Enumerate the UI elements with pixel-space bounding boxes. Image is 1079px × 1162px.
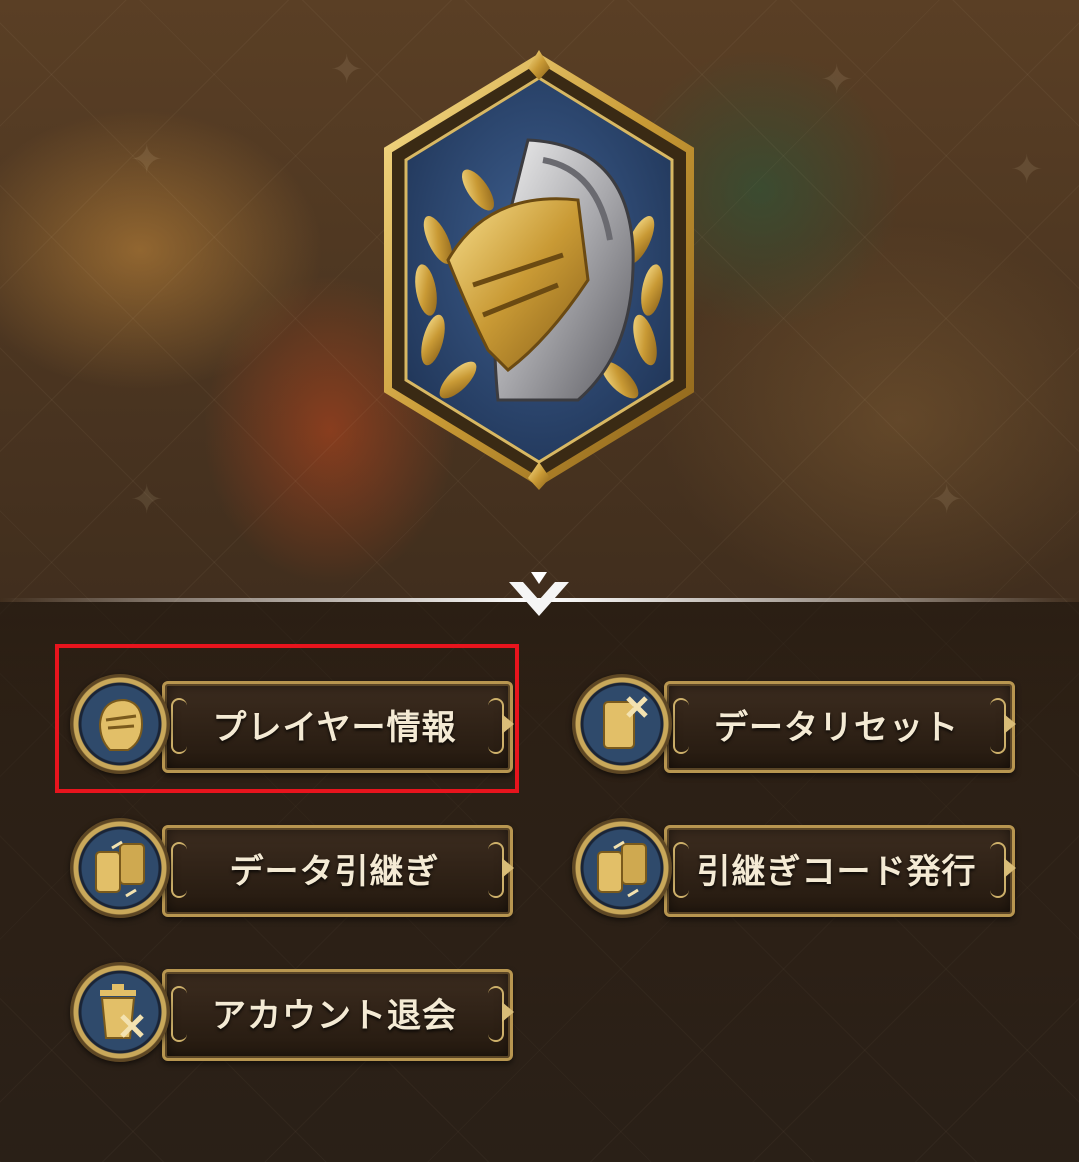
transfer-code-issue-button[interactable]: 引継ぎコード発行	[572, 818, 1020, 918]
knight-helmet-laurel-emblem-icon	[384, 50, 694, 490]
chevron-down-ornament-icon	[503, 568, 575, 620]
transfer-code-issue-label: 引継ぎコード発行	[696, 851, 977, 892]
background-star-icon: ✦	[130, 477, 164, 523]
trash-cross-icon	[70, 962, 170, 1062]
background-star-icon: ✦	[930, 477, 964, 523]
chevron-right-icon	[1004, 858, 1016, 878]
data-transfer-button[interactable]: データ引継ぎ	[70, 818, 518, 918]
data-reset-button[interactable]: データリセット	[572, 674, 1020, 774]
chevron-right-icon	[502, 1002, 514, 1022]
chevron-right-icon	[502, 858, 514, 878]
background-star-icon: ✦	[1010, 147, 1044, 193]
background-star-icon: ✦	[330, 47, 364, 93]
data-transfer-label: データ引継ぎ	[229, 851, 440, 892]
account-withdrawal-label: アカウント退会	[212, 995, 457, 1036]
data-reset-label: データリセット	[714, 707, 959, 748]
player-emblem	[378, 50, 700, 490]
phone-transfer-icon	[70, 818, 170, 918]
account-withdrawal-button[interactable]: アカウント退会	[70, 962, 518, 1062]
selection-highlight	[55, 644, 519, 793]
phone-cross-icon	[572, 674, 672, 774]
phone-transfer-icon	[572, 818, 672, 918]
background-star-icon: ✦	[820, 57, 854, 103]
chevron-right-icon	[1004, 714, 1016, 734]
background-star-icon: ✦	[130, 137, 164, 183]
